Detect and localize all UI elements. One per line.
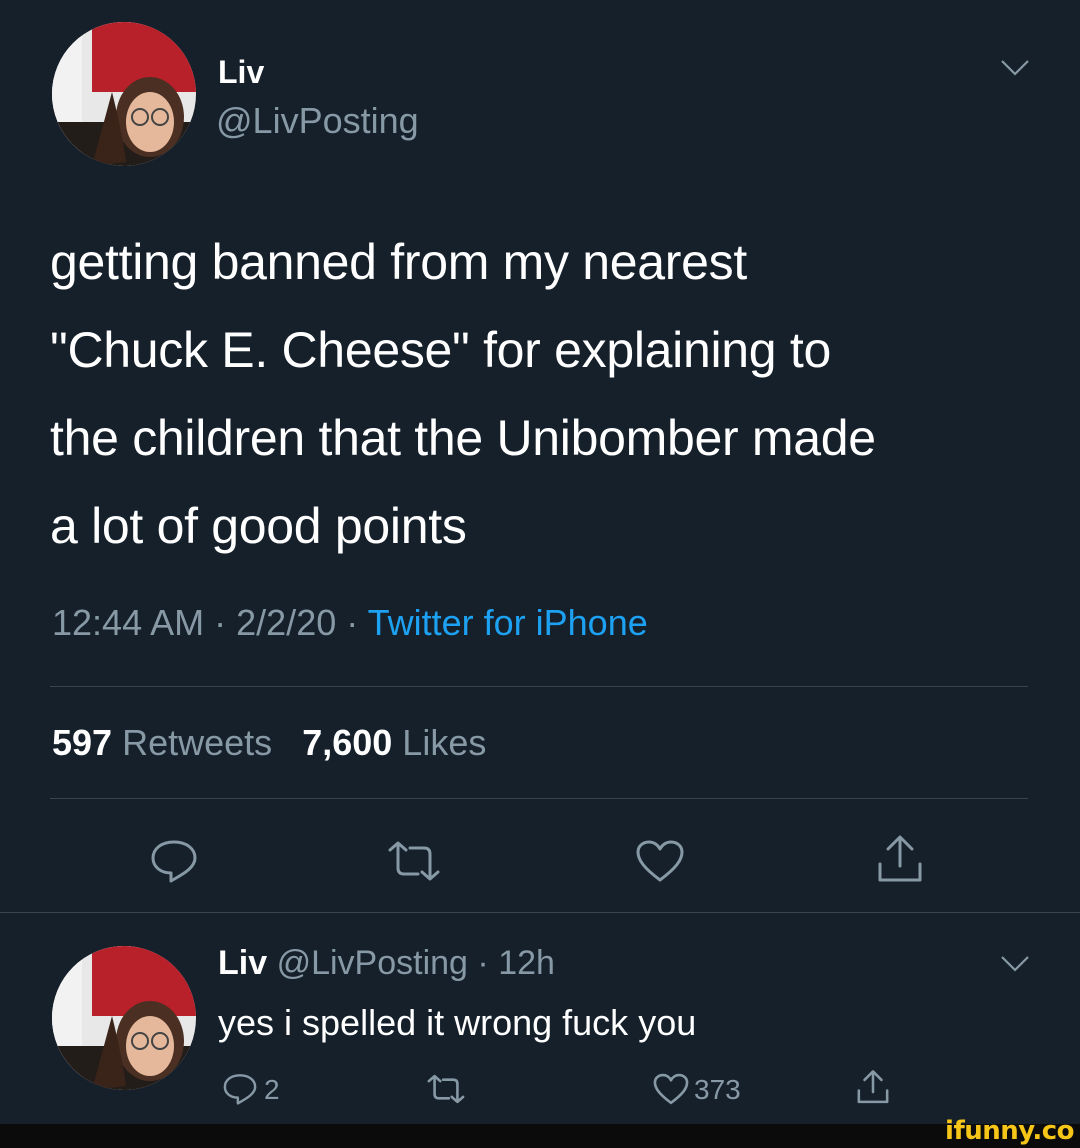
avatar[interactable]: [52, 22, 196, 166]
retweet-icon[interactable]: [386, 840, 442, 882]
tweet-metadata: 12:44 AM · 2/2/20 · Twitter for iPhone: [52, 602, 648, 644]
reply-reply-icon[interactable]: [222, 1072, 258, 1106]
separator: ·: [346, 602, 359, 643]
reply-age[interactable]: · 12h: [477, 944, 555, 982]
likes-label: Likes: [402, 722, 487, 763]
divider: [50, 798, 1028, 799]
user-handle[interactable]: @LivPosting: [216, 100, 419, 142]
watermark: ifunny.co: [945, 1116, 1074, 1146]
divider: [0, 912, 1080, 913]
reply-like-icon[interactable]: [652, 1072, 690, 1106]
reply-header: Liv @LivPosting · 12h: [218, 944, 555, 983]
chevron-down-icon[interactable]: [1000, 58, 1030, 78]
divider: [50, 686, 1028, 687]
retweets-count: 597: [52, 722, 113, 763]
reply-avatar[interactable]: [52, 946, 196, 1090]
watermark-bar: [0, 1124, 1080, 1148]
retweets-stat[interactable]: 597 Retweets: [52, 722, 282, 763]
reply-icon[interactable]: [149, 838, 199, 884]
tweet-text-line: a lot of good points: [50, 498, 467, 554]
reply-retweet-icon[interactable]: [426, 1074, 466, 1104]
like-icon[interactable]: [634, 838, 686, 884]
tweet-time[interactable]: 12:44 AM: [52, 602, 204, 643]
tweet-source[interactable]: Twitter for iPhone: [368, 602, 648, 643]
separator: ·: [214, 602, 227, 643]
reply-count: 2: [264, 1074, 280, 1105]
share-icon[interactable]: [876, 834, 924, 884]
tweet-text-line: getting banned from my nearest: [50, 234, 747, 290]
tweet-text-line: "Chuck E. Cheese" for explaining to: [50, 322, 831, 378]
tweet-date[interactable]: 2/2/20: [236, 602, 336, 643]
tweet-text-line: the children that the Unibomber made: [50, 410, 876, 466]
reply-text: yes i spelled it wrong fuck you: [218, 1002, 697, 1043]
likes-stat[interactable]: 7,600 Likes: [302, 722, 486, 763]
tweet-stats: 597 Retweets 7,600 Likes: [52, 722, 486, 764]
reply-share-icon[interactable]: [856, 1068, 890, 1106]
likes-count: 7,600: [302, 722, 393, 763]
reply-chevron-down-icon[interactable]: [1000, 954, 1030, 974]
reply-handle[interactable]: @LivPosting: [277, 944, 468, 982]
retweets-label: Retweets: [122, 722, 273, 763]
reply-like-count: 373: [694, 1074, 741, 1105]
display-name[interactable]: Liv: [218, 54, 264, 91]
tweet-text: getting banned from my nearest "Chuck E.…: [50, 218, 876, 570]
reply-display-name[interactable]: Liv: [218, 944, 267, 982]
